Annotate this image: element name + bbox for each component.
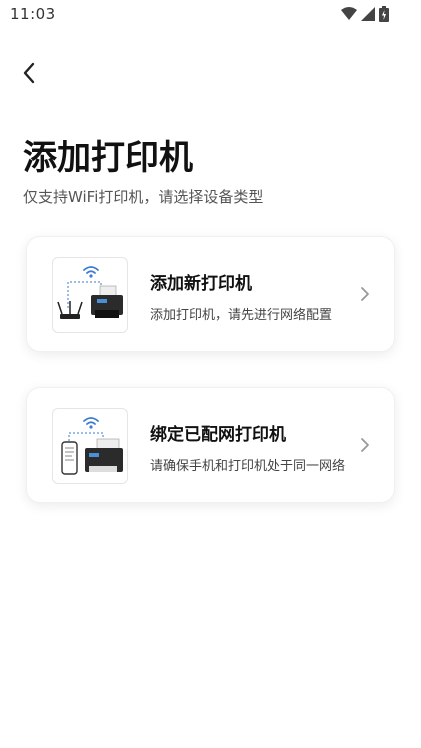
- card-title: 绑定已配网打印机: [150, 425, 286, 445]
- page-title: 添加打印机: [23, 138, 193, 178]
- add-new-printer-card[interactable]: 添加新打印机 添加打印机，请先进行网络配置: [26, 236, 395, 352]
- page-subtitle: 仅支持WiFi打印机，请选择设备类型: [23, 188, 264, 206]
- battery-icon: [379, 6, 389, 22]
- card-description: 请确保手机和打印机处于同一网络: [150, 459, 346, 474]
- printer-router-illustration: [52, 257, 128, 333]
- signal-icon: [361, 7, 375, 21]
- chevron-right-icon: [361, 438, 369, 452]
- card-title: 添加新打印机: [150, 274, 252, 294]
- card-description: 添加打印机，请先进行网络配置: [150, 308, 333, 323]
- status-bar: 11:03: [0, 0, 421, 30]
- bind-configured-printer-card[interactable]: 绑定已配网打印机 请确保手机和打印机处于同一网络: [26, 387, 395, 503]
- printer-phone-illustration: [52, 408, 128, 484]
- chevron-left-icon: [23, 62, 35, 84]
- back-button[interactable]: [14, 58, 44, 88]
- status-time: 11:03: [10, 5, 56, 23]
- wifi-icon: [341, 7, 357, 20]
- chevron-right-icon: [361, 287, 369, 301]
- status-icons: [341, 6, 389, 22]
